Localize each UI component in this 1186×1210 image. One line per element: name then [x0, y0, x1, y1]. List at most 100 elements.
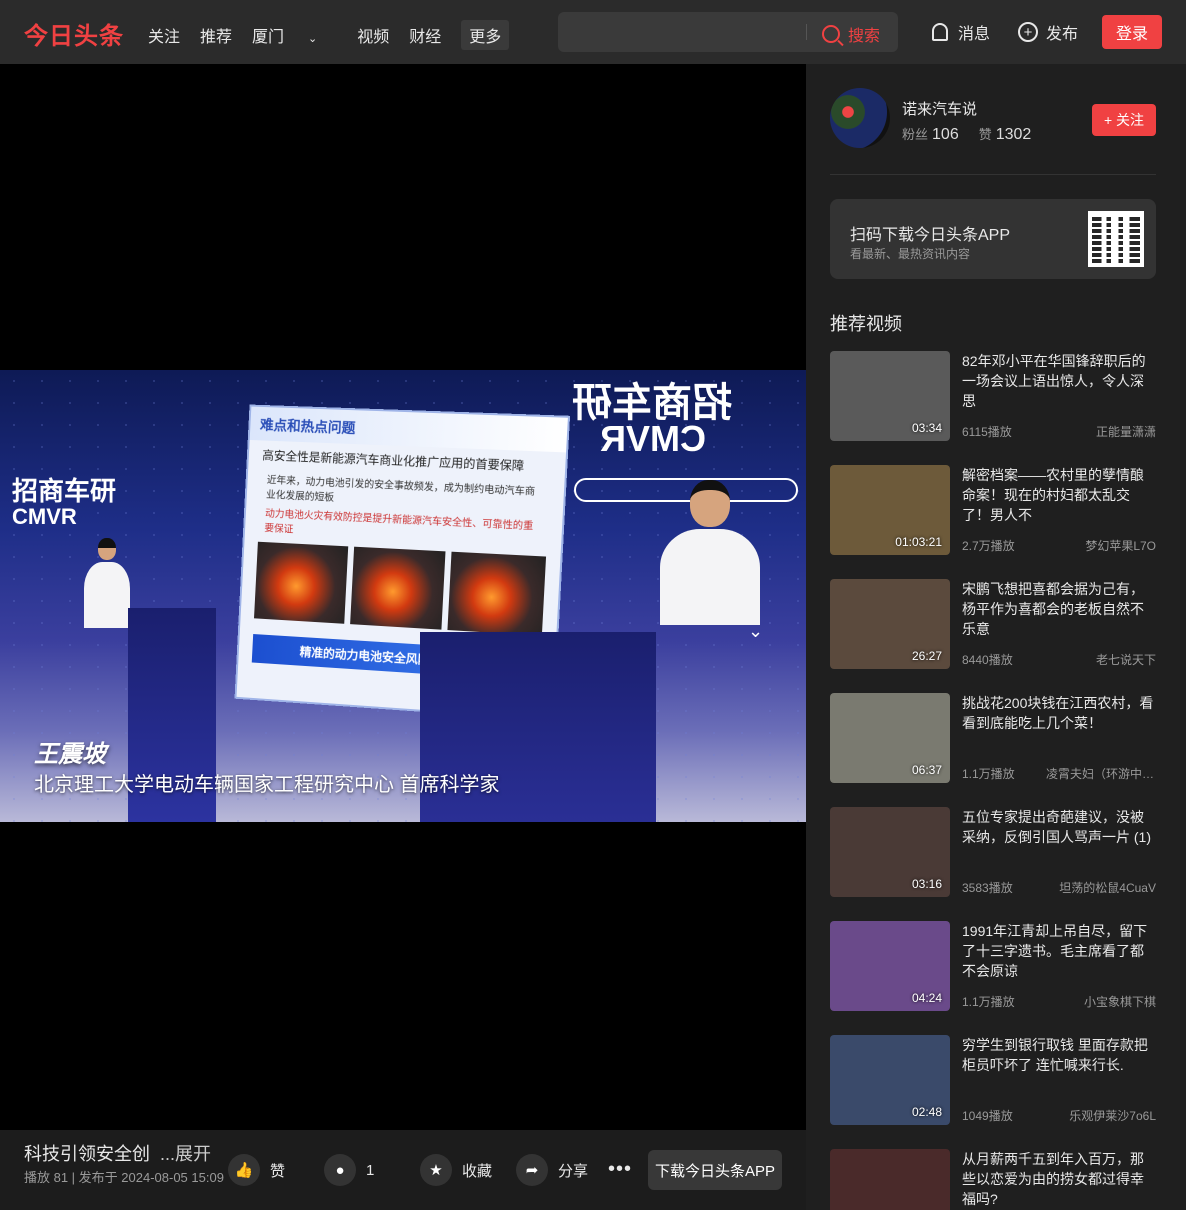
recommend-item-title[interactable]: 82年邓小平在华国锋辞职后的一场会议上语出惊人，令人深思 [962, 351, 1156, 411]
comment-button[interactable]: ● 1 [324, 1154, 374, 1186]
recommend-item-author[interactable]: 老七说天下 [1096, 651, 1156, 668]
recommend-item-author[interactable]: 乐观伊莱沙7o6L [1069, 1107, 1156, 1124]
divider [830, 174, 1156, 175]
download-app-button[interactable]: 下载今日头条APP [648, 1150, 782, 1190]
bell-icon [932, 23, 948, 41]
share-button[interactable]: ➦ 分享 [516, 1154, 588, 1186]
list-item[interactable]: 26:27 宋鹏飞想把喜都会据为己有，杨平作为喜都会的老板自然不乐意 8440播… [830, 579, 1156, 693]
list-item[interactable]: 从月薪两千五到年入百万，那些以恋爱为由的捞女都过得幸福吗? [830, 1149, 1156, 1210]
caption-name: 王震坡 [34, 741, 106, 768]
list-item[interactable]: 06:37 挑战花200块钱在江西农村，看看到底能吃上几个菜！ 1.1万播放 凌… [830, 693, 1156, 807]
list-item[interactable]: 03:34 82年邓小平在华国锋辞职后的一场会议上语出惊人，令人深思 6115播… [830, 351, 1156, 465]
toutiao-logo[interactable]: 今日头条 [24, 16, 124, 51]
comment-count: 1 [366, 1161, 375, 1179]
video-title-text: 科技引领安全创 [24, 1144, 150, 1164]
video-title: 科技引领安全创 ...展开 [24, 1140, 211, 1166]
chevron-down-icon: ⌄ [308, 33, 318, 45]
list-item[interactable]: 02:48 穷学生到银行取钱 里面存款把柜员吓坏了 连忙喊来行长. 1049播放… [830, 1035, 1156, 1149]
fire-photo [447, 551, 547, 636]
recommend-item-title[interactable]: 解密档案——农村里的孽情酿命案！现在的村妇都太乱交了！男人不 [962, 465, 1156, 525]
nav-xiamen[interactable]: 厦门 ⌄ [252, 23, 337, 47]
nav-follow[interactable]: 关注 [148, 23, 180, 47]
video-thumbnail[interactable]: 03:16 [830, 807, 950, 897]
brand-left-en: CMVR [12, 504, 77, 530]
duration-badge: 06:37 [911, 763, 942, 777]
recommend-item-author[interactable]: 正能量潇潇 [1096, 423, 1156, 440]
video-thumbnail[interactable]: 02:48 [830, 1035, 950, 1125]
slide-fire-photos [240, 535, 561, 643]
play-count: 3583播放 [962, 881, 1013, 895]
publish-button[interactable]: + 发布 [1018, 20, 1078, 44]
nav-recommend[interactable]: 推荐 [200, 23, 232, 47]
messages-button[interactable]: 消息 [932, 20, 990, 44]
duration-badge: 03:34 [911, 421, 942, 435]
recommend-item-title[interactable]: 五位专家提出奇葩建议，没被采纳，反倒引国人骂声一片 (1) [962, 807, 1156, 847]
publish-label: 发布 [1046, 26, 1079, 43]
collect-button[interactable]: ★ 收藏 [420, 1154, 492, 1186]
nav-finance[interactable]: 财经 [409, 23, 441, 47]
follow-button[interactable]: + 关注 [1092, 104, 1156, 136]
recommend-item-title[interactable]: 1991年江青却上吊自尽，留下了十三字遗书。毛主席看了都不会原谅 [962, 921, 1156, 981]
list-item[interactable]: 03:16 五位专家提出奇葩建议，没被采纳，反倒引国人骂声一片 (1) 3583… [830, 807, 1156, 921]
recommend-list: 03:34 82年邓小平在华国锋辞职后的一场会议上语出惊人，令人深思 6115播… [830, 351, 1156, 1210]
search-box: 搜索 [558, 12, 898, 52]
login-button[interactable]: 登录 [1102, 15, 1162, 49]
chevron-down-icon[interactable]: ⌄ [748, 622, 766, 640]
author-stats: 粉丝 106 赞 1302 [902, 124, 1051, 144]
author-name[interactable]: 诺来汽车说 [902, 98, 977, 119]
search-button[interactable]: 搜索 [822, 22, 880, 46]
video-info-bar: 科技引领安全创 ...展开 播放 81 | 发布于 2024-08-05 15:0… [0, 1130, 806, 1210]
list-item[interactable]: 04:24 1991年江青却上吊自尽，留下了十三字遗书。毛主席看了都不会原谅 1… [830, 921, 1156, 1035]
nav-video[interactable]: 视频 [357, 23, 389, 47]
video-thumbnail[interactable] [830, 1149, 950, 1210]
video-player[interactable]: 招商车研 CMVR 招商车研 CMVR 难点和热点问题 高安全性是新能源汽车商业… [0, 64, 806, 1130]
plus-circle-icon: + [1018, 22, 1038, 42]
speaker-figure [660, 480, 760, 640]
recommend-item-author[interactable]: 梦幻苹果L7O [1085, 537, 1156, 554]
play-count: 1.1万播放 [962, 995, 1015, 1009]
video-frame[interactable]: 招商车研 CMVR 招商车研 CMVR 难点和热点问题 高安全性是新能源汽车商业… [0, 370, 806, 822]
video-thumbnail[interactable]: 06:37 [830, 693, 950, 783]
avatar[interactable] [830, 88, 890, 148]
recommend-item-title[interactable]: 宋鹏飞想把喜都会据为己有，杨平作为喜都会的老板自然不乐意 [962, 579, 1156, 639]
list-item[interactable]: 01:03:21 解密档案——农村里的孽情酿命案！现在的村妇都太乱交了！男人不 … [830, 465, 1156, 579]
brand-left: 招商车研 CMVR [12, 476, 117, 530]
messages-label: 消息 [958, 26, 991, 43]
app-card-subtitle: 看最新、最热资讯内容 [850, 247, 971, 261]
top-nav: 关注 推荐 厦门 ⌄ 视频 财经 更多 [148, 20, 529, 50]
duration-badge: 03:16 [911, 877, 942, 891]
caption-subtitle: 北京理工大学电动车辆国家工程研究中心 首席科学家 [34, 774, 500, 796]
brand-left-cn: 招商车研 [12, 476, 117, 506]
author-card: 诺来汽车说 粉丝 106 赞 1302 + 关注 [830, 88, 1156, 174]
recommend-title: 推荐视频 [830, 314, 902, 334]
search-button-label: 搜索 [848, 28, 881, 45]
brand-right-en: CMVR [600, 418, 706, 459]
recommend-item-author[interactable]: 坦荡的松鼠4CuaV [1059, 879, 1156, 896]
share-label: 分享 [558, 1162, 589, 1180]
fans-count: 106 [932, 126, 959, 143]
nav-xiamen-label: 厦门 [252, 29, 285, 46]
recommend-item-title[interactable]: 穷学生到银行取钱 里面存款把柜员吓坏了 连忙喊来行长. [962, 1035, 1156, 1075]
video-thumbnail[interactable]: 26:27 [830, 579, 950, 669]
search-input[interactable] [570, 20, 800, 44]
more-dots-icon[interactable]: ••• [608, 1158, 632, 1181]
play-count: 6115播放 [962, 425, 1012, 439]
play-count: 1049播放 [962, 1109, 1013, 1123]
duration-badge: 26:27 [911, 649, 942, 663]
collect-label: 收藏 [462, 1162, 493, 1180]
qr-code-icon [1088, 211, 1144, 267]
fire-photo [254, 541, 348, 624]
recommend-item-title[interactable]: 从月薪两千五到年入百万，那些以恋爱为由的捞女都过得幸福吗? [962, 1149, 1156, 1209]
recommend-item-title[interactable]: 挑战花200块钱在江西农村，看看到底能吃上几个菜！ [962, 693, 1156, 733]
recommend-item-author[interactable]: 小宝象棋下棋 [1084, 993, 1156, 1010]
expand-link[interactable]: ...展开 [160, 1144, 211, 1164]
video-thumbnail[interactable]: 04:24 [830, 921, 950, 1011]
recommend-item-author[interactable]: 凌霄夫妇（环游中国） [1046, 765, 1156, 782]
likes-count: 1302 [995, 126, 1032, 143]
nav-more[interactable]: 更多 [461, 20, 510, 50]
video-thumbnail[interactable]: 01:03:21 [830, 465, 950, 555]
video-thumbnail[interactable]: 03:34 [830, 351, 950, 441]
duration-badge: 02:48 [911, 1105, 942, 1119]
like-button[interactable]: 👍 赞 [228, 1154, 285, 1186]
app-download-card[interactable]: 扫码下载今日头条APP 看最新、最热资讯内容 [830, 199, 1156, 279]
